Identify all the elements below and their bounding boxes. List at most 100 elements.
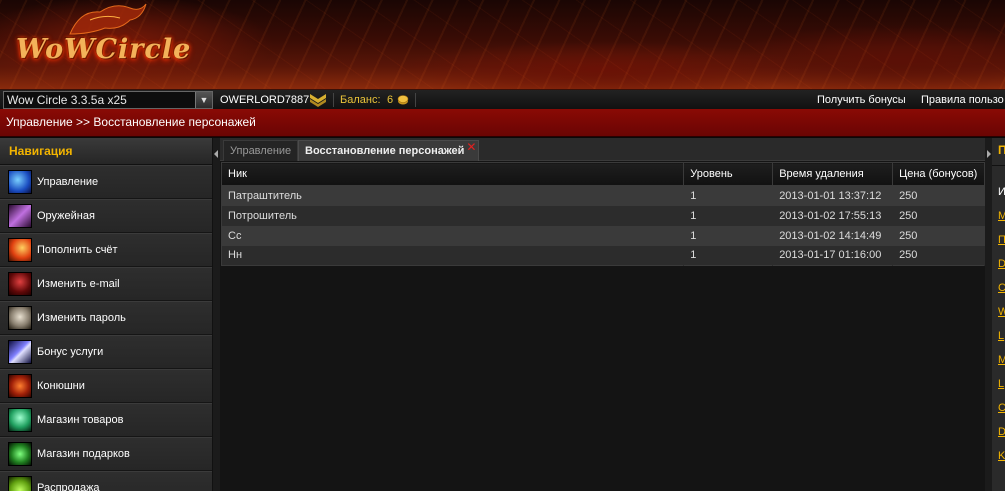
cell-nick: Сс bbox=[221, 225, 684, 246]
right-panel-link[interactable]: М bbox=[998, 354, 1005, 366]
email-icon bbox=[8, 272, 32, 296]
armory-icon bbox=[8, 204, 32, 228]
top-up-icon bbox=[8, 238, 32, 262]
tab-character-restore[interactable]: Восстановление персонажей ✕ bbox=[298, 137, 480, 161]
cell-deletion-time: 2013-01-01 13:37:12 bbox=[772, 185, 893, 206]
right-panel-link[interactable]: W bbox=[998, 306, 1005, 318]
table-row[interactable]: Потрошитель 1 2013-01-02 17:55:13 250 bbox=[221, 205, 985, 226]
chevron-left-icon bbox=[214, 150, 218, 158]
right-panel-link[interactable]: L bbox=[998, 330, 1004, 342]
sidebar-item-label: Оружейная bbox=[37, 210, 95, 222]
sidebar-item-label: Изменить пароль bbox=[37, 312, 126, 324]
table-row[interactable]: Нн 1 2013-01-17 01:16:00 250 bbox=[221, 245, 985, 266]
sidebar-item-armory[interactable]: Оружейная bbox=[0, 199, 212, 233]
get-bonuses-link[interactable]: Получить бонусы bbox=[817, 94, 906, 106]
right-panel-column: И bbox=[998, 186, 1005, 198]
cell-nick: Патраштитель bbox=[221, 185, 684, 206]
right-panel: П И М П D С W L М L С D K bbox=[992, 138, 1005, 491]
cell-level: 1 bbox=[683, 205, 773, 226]
divider bbox=[415, 93, 416, 107]
gift-shop-icon bbox=[8, 442, 32, 466]
column-header-level[interactable]: Уровень bbox=[683, 162, 774, 186]
right-panel-link[interactable]: С bbox=[998, 282, 1005, 294]
table-row[interactable]: Сс 1 2013-01-02 14:14:49 250 bbox=[221, 225, 985, 246]
table-header-row: Ник Уровень Время удаления Цена (бонусов… bbox=[221, 162, 985, 186]
breadcrumb: Управление >> Восстановление персонажей bbox=[6, 115, 256, 129]
close-icon[interactable]: ✕ bbox=[466, 137, 476, 157]
rank-chevron-icon bbox=[310, 94, 326, 107]
chevron-down-icon[interactable]: ▼ bbox=[195, 92, 212, 108]
top-bar: Wow Circle 3.3.5a x25 ▼ OWERLORD7887 Бал… bbox=[0, 89, 1005, 109]
column-header-deletion-time[interactable]: Время удаления bbox=[772, 162, 894, 186]
navigation-sidebar: Навигация Управление Оружейная Пополнить… bbox=[0, 138, 213, 491]
balance-value: 6 bbox=[387, 94, 394, 106]
cell-level: 1 bbox=[683, 245, 773, 266]
right-panel-link[interactable]: D bbox=[998, 426, 1005, 438]
right-panel-link[interactable]: С bbox=[998, 402, 1005, 414]
dragon-emblem bbox=[69, 3, 147, 35]
coins-icon bbox=[397, 95, 409, 105]
collapse-right-handle[interactable] bbox=[985, 138, 992, 491]
sidebar-item-label: Бонус услуги bbox=[37, 346, 104, 358]
cell-price: 250 bbox=[892, 225, 985, 246]
column-header-price[interactable]: Цена (бонусов) bbox=[892, 162, 985, 186]
chevron-right-icon bbox=[987, 150, 991, 158]
cell-deletion-time: 2013-01-02 14:14:49 bbox=[772, 225, 893, 246]
sale-icon bbox=[8, 476, 32, 491]
table-row[interactable]: Патраштитель 1 2013-01-01 13:37:12 250 bbox=[221, 185, 985, 206]
right-panel-link[interactable]: D bbox=[998, 258, 1005, 270]
main-content: Управление Восстановление персонажей ✕ Н… bbox=[220, 138, 985, 491]
sidebar-item-label: Магазин подарков bbox=[37, 448, 130, 460]
username[interactable]: OWERLORD7887 bbox=[220, 94, 309, 106]
stables-icon bbox=[8, 374, 32, 398]
cell-level: 1 bbox=[683, 225, 773, 246]
sidebar-item-label: Магазин товаров bbox=[37, 414, 124, 426]
right-panel-link[interactable]: L bbox=[998, 378, 1004, 390]
management-icon bbox=[8, 170, 32, 194]
cell-level: 1 bbox=[683, 185, 773, 206]
cell-deletion-time: 2013-01-17 01:16:00 bbox=[772, 245, 893, 266]
sidebar-item-top-up[interactable]: Пополнить счёт bbox=[0, 233, 212, 267]
cell-deletion-time: 2013-01-02 17:55:13 bbox=[772, 205, 893, 226]
tab-management[interactable]: Управление bbox=[223, 140, 299, 161]
sidebar-item-label: Управление bbox=[37, 176, 99, 188]
sidebar-item-label: Изменить e-mail bbox=[37, 278, 120, 290]
right-panel-link[interactable]: М bbox=[998, 210, 1005, 222]
cell-nick: Потрошитель bbox=[221, 205, 684, 226]
nav-title: Навигация bbox=[0, 138, 212, 165]
sidebar-item-sale[interactable]: Распродажа bbox=[0, 471, 212, 491]
deleted-characters-table: Ник Уровень Время удаления Цена (бонусов… bbox=[221, 162, 985, 266]
sidebar-item-email[interactable]: Изменить e-mail bbox=[0, 267, 212, 301]
cell-nick: Нн bbox=[221, 245, 684, 266]
sidebar-item-label: Пополнить счёт bbox=[37, 244, 118, 256]
sidebar-item-bonus-services[interactable]: Бонус услуги bbox=[0, 335, 212, 369]
cell-price: 250 bbox=[892, 205, 985, 226]
tab-label: Управление bbox=[230, 145, 292, 157]
cell-price: 250 bbox=[892, 245, 985, 266]
sidebar-item-gift-shop[interactable]: Магазин подарков bbox=[0, 437, 212, 471]
realm-select[interactable]: Wow Circle 3.3.5a x25 ▼ bbox=[3, 91, 213, 109]
right-panel-link[interactable]: K bbox=[998, 450, 1005, 462]
right-panel-title: П bbox=[998, 143, 1005, 157]
collapse-left-handle[interactable] bbox=[213, 138, 220, 491]
sidebar-item-management[interactable]: Управление bbox=[0, 165, 212, 199]
header-banner: WoWCircle bbox=[0, 0, 1005, 89]
column-header-nick[interactable]: Ник bbox=[221, 162, 685, 186]
divider bbox=[992, 165, 1005, 166]
right-panel-link[interactable]: П bbox=[998, 234, 1005, 246]
divider bbox=[333, 93, 334, 107]
sidebar-item-password[interactable]: Изменить пароль bbox=[0, 301, 212, 335]
breadcrumb-bar: Управление >> Восстановление персонажей bbox=[0, 109, 1005, 137]
bonus-services-icon bbox=[8, 340, 32, 364]
sidebar-item-label: Конюшни bbox=[37, 380, 85, 392]
sidebar-item-stables[interactable]: Конюшни bbox=[0, 369, 212, 403]
password-icon bbox=[8, 306, 32, 330]
site-logo[interactable]: WoWCircle bbox=[16, 34, 191, 65]
cell-price: 250 bbox=[892, 185, 985, 206]
sidebar-item-label: Распродажа bbox=[37, 482, 100, 491]
shop-icon bbox=[8, 408, 32, 432]
sidebar-item-shop[interactable]: Магазин товаров bbox=[0, 403, 212, 437]
tab-bar: Управление Восстановление персонажей ✕ bbox=[220, 138, 985, 161]
balance-label: Баланс: bbox=[340, 94, 381, 106]
user-rules-link[interactable]: Правила пользо bbox=[921, 94, 1004, 106]
